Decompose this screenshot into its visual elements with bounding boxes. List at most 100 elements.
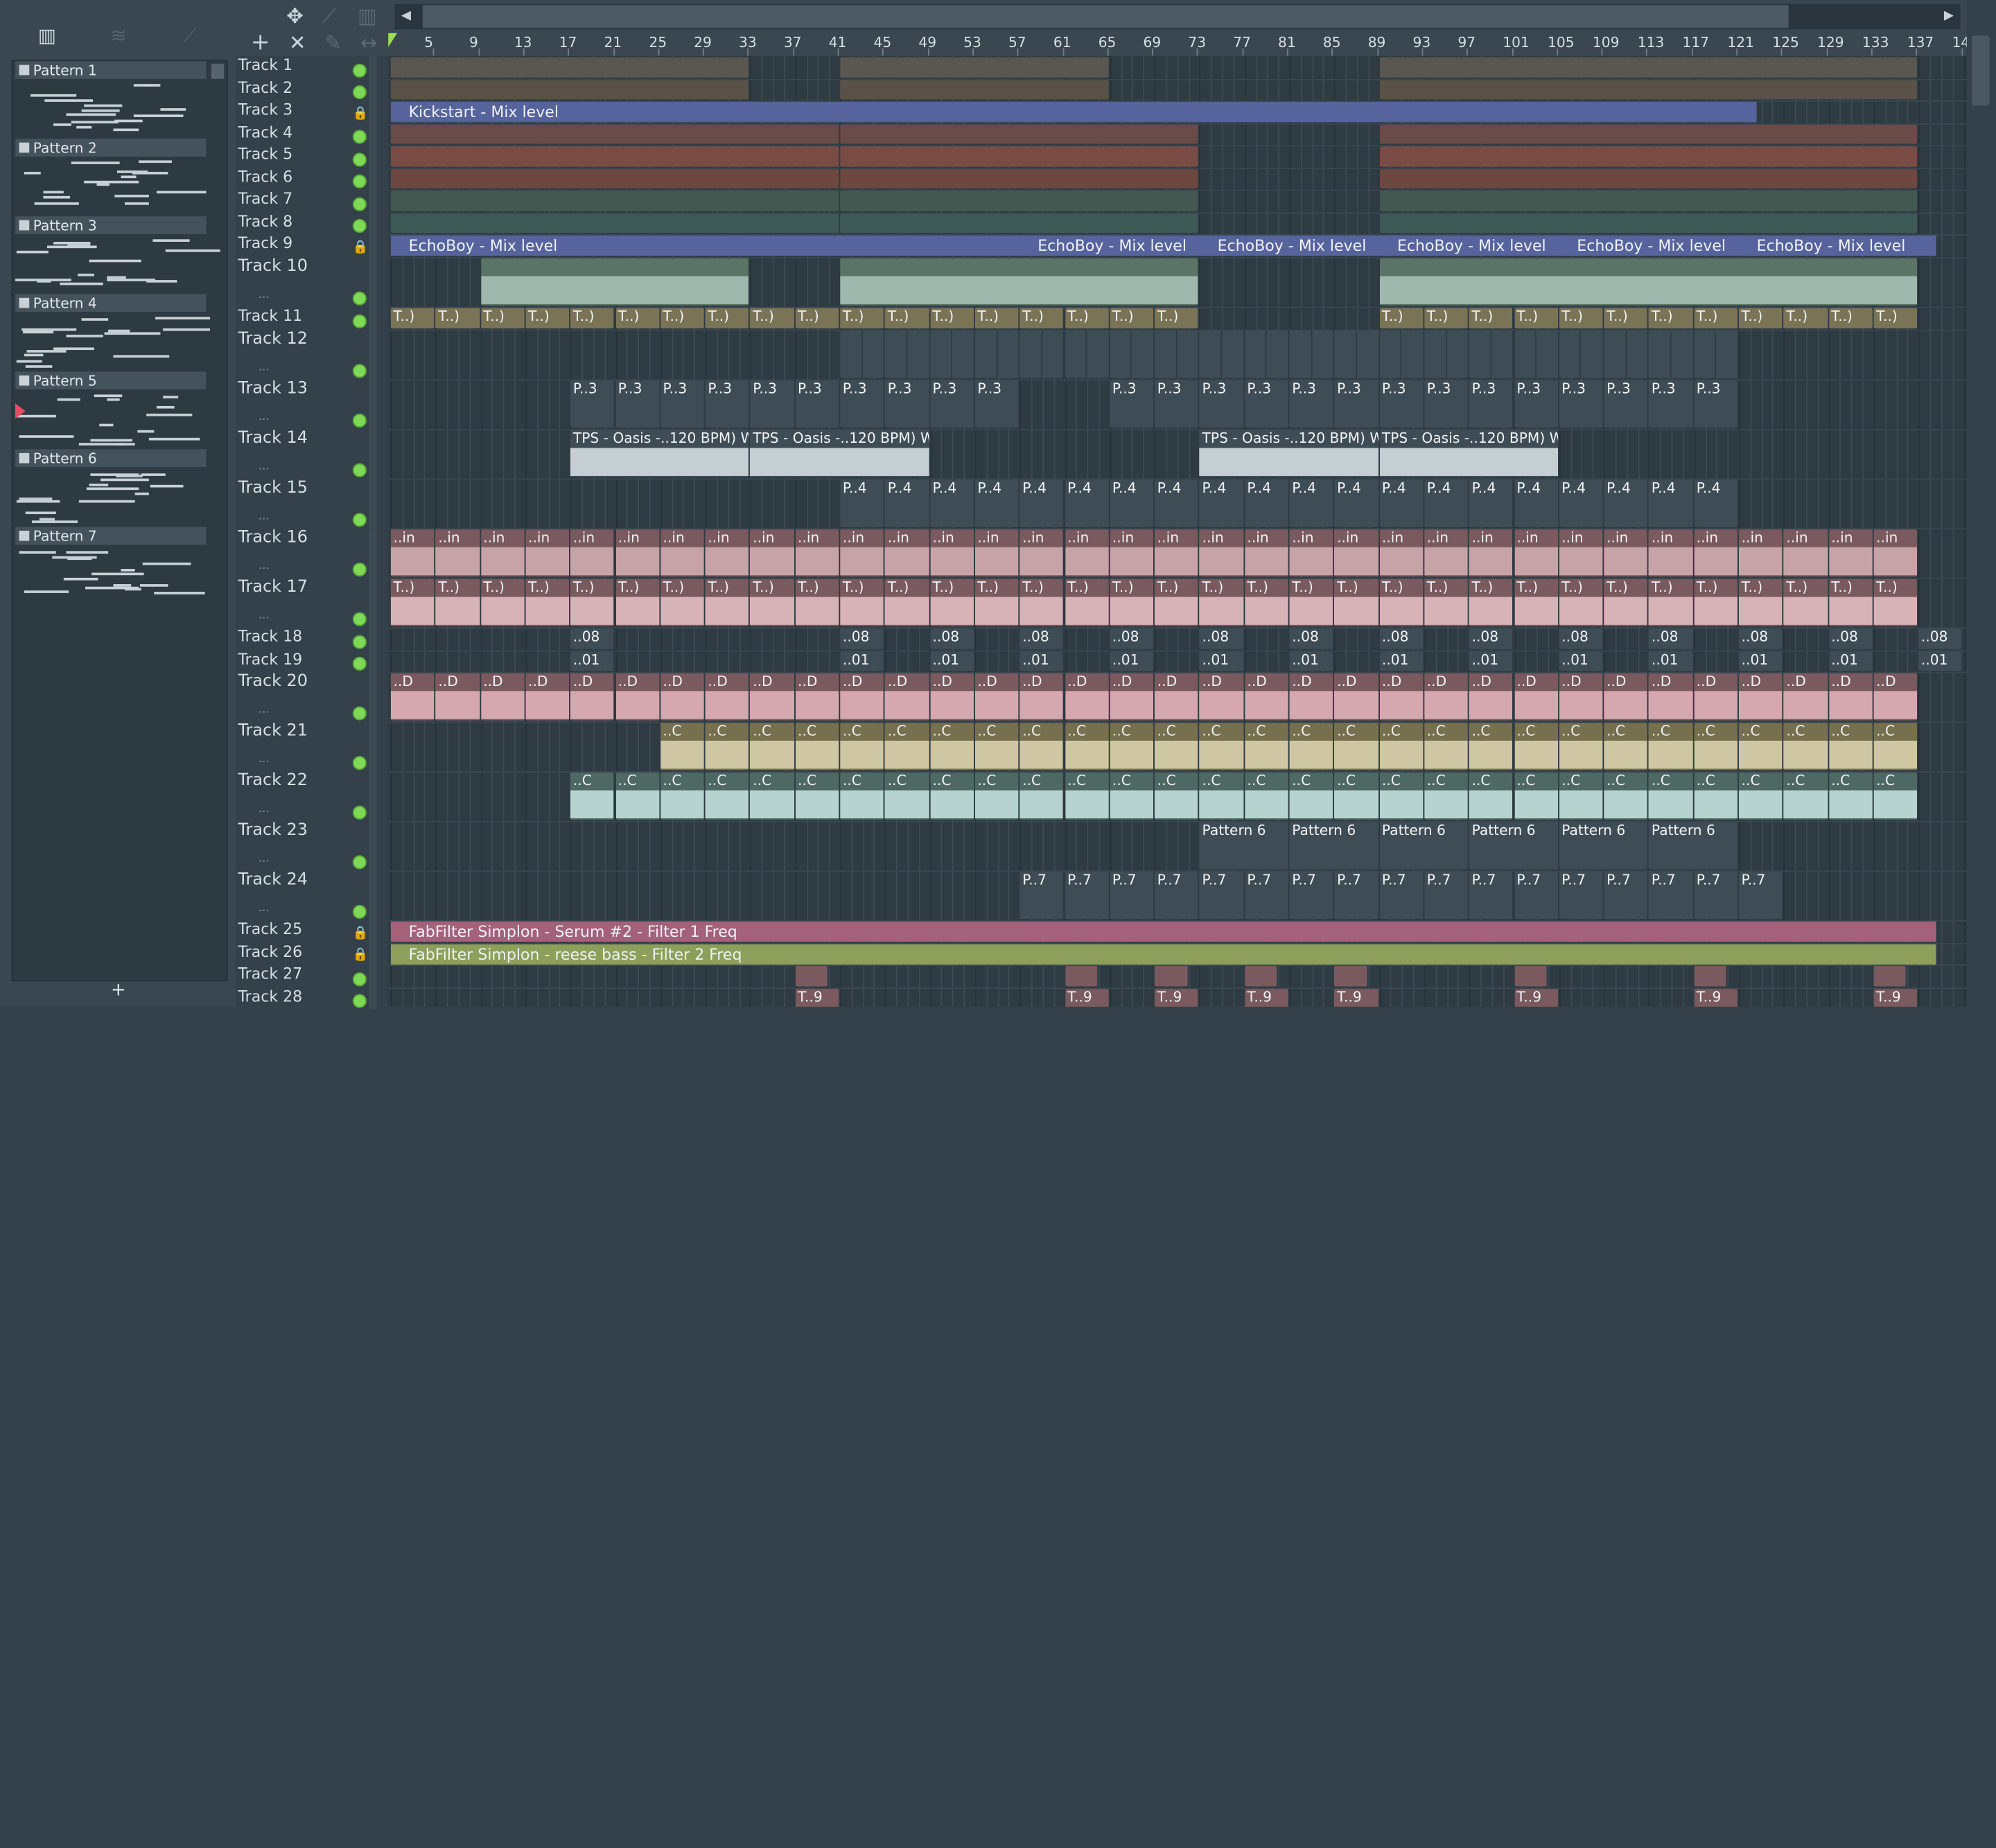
clip[interactable]: ..C <box>750 772 794 820</box>
clip[interactable]: ..in <box>1199 529 1243 577</box>
track-mute-button[interactable] <box>352 971 367 986</box>
track-name[interactable]: Track 25 <box>238 920 302 938</box>
clip[interactable]: ..C <box>705 772 749 820</box>
automation-clip[interactable]: EchoBoy - Mix level <box>390 235 1038 256</box>
clip[interactable]: ..D <box>1424 673 1469 721</box>
clip[interactable]: T..) <box>1110 308 1154 328</box>
clip[interactable]: ..C <box>1289 723 1333 771</box>
clip[interactable]: ..C <box>1334 723 1378 771</box>
clip[interactable]: ..C <box>1694 723 1738 771</box>
clip[interactable]: T..) <box>1379 308 1424 328</box>
clip[interactable]: T..) <box>1783 308 1828 328</box>
clip[interactable]: ..08 <box>570 628 615 649</box>
clip[interactable]: T..9 <box>1065 988 1109 1007</box>
clip[interactable]: T..) <box>615 579 660 626</box>
clip[interactable]: ..C <box>1873 723 1918 771</box>
clip[interactable]: ..in <box>570 529 615 577</box>
clip[interactable]: T..) <box>660 579 704 626</box>
clip[interactable]: ..01 <box>1559 651 1603 671</box>
track-resize-grip[interactable] <box>369 870 377 920</box>
clip[interactable]: T..) <box>1424 579 1469 626</box>
clip[interactable] <box>1132 330 1154 378</box>
clip[interactable]: ..08 <box>1379 628 1424 649</box>
track-header[interactable]: Track 1 <box>236 55 388 78</box>
clip[interactable]: ..C <box>885 723 929 771</box>
clip[interactable]: ..C <box>1514 723 1558 771</box>
clip[interactable]: ..C <box>1065 723 1109 771</box>
clip[interactable]: P..3 <box>570 380 615 428</box>
clip[interactable]: ..C <box>840 772 884 820</box>
clip[interactable]: T..9 <box>1694 988 1738 1007</box>
clip[interactable]: T..) <box>480 308 525 328</box>
clip[interactable]: P..7 <box>1604 872 1648 919</box>
clip[interactable]: T..) <box>1559 579 1603 626</box>
clip[interactable]: ..in <box>615 529 660 577</box>
clip[interactable]: P..7 <box>1065 872 1109 919</box>
clip[interactable]: T..) <box>1469 308 1513 328</box>
clip[interactable]: ..in <box>1379 529 1424 577</box>
clip[interactable]: T..) <box>390 308 435 328</box>
clip[interactable]: T..) <box>1738 579 1783 626</box>
clip[interactable]: ..01 <box>1469 651 1513 671</box>
clip[interactable]: T..) <box>390 579 435 626</box>
track-resize-grip[interactable] <box>369 328 377 380</box>
clip[interactable]: ..D <box>1873 673 1918 721</box>
clip[interactable]: ..08 <box>1289 628 1333 649</box>
clip[interactable]: T..9 <box>1873 988 1918 1007</box>
clip[interactable] <box>1379 146 1918 166</box>
track-name[interactable]: Track 5 <box>238 145 292 163</box>
clip[interactable]: P..4 <box>885 479 929 527</box>
clip[interactable] <box>885 330 907 378</box>
clip[interactable]: T..) <box>705 579 749 626</box>
clip[interactable]: ..C <box>795 772 839 820</box>
clip[interactable]: ..D <box>1065 673 1109 721</box>
pattern-item[interactable]: Pattern 5 <box>15 371 207 449</box>
track-name[interactable]: Track 24 <box>238 870 307 890</box>
clip[interactable]: Pattern 6 <box>1469 822 1558 870</box>
track-mute-button[interactable] <box>352 904 367 919</box>
track-resize-grip[interactable] <box>369 55 377 78</box>
clip[interactable] <box>1379 191 1918 211</box>
clip[interactable] <box>1177 330 1199 378</box>
clip[interactable]: P..4 <box>1559 479 1603 527</box>
clip[interactable] <box>1379 257 1918 306</box>
clip[interactable]: T..) <box>1783 579 1828 626</box>
track-resize-grip[interactable] <box>369 820 377 871</box>
clip[interactable]: ..C <box>1155 723 1199 771</box>
clip[interactable]: T..) <box>1334 579 1378 626</box>
track-resize-grip[interactable] <box>369 671 377 722</box>
clip[interactable]: P..7 <box>1379 872 1424 919</box>
clip[interactable]: P..3 <box>840 380 884 428</box>
clip[interactable]: P..3 <box>660 380 704 428</box>
clip[interactable]: ..C <box>1379 772 1424 820</box>
arrows-tool-icon[interactable]: ↔ <box>360 30 378 55</box>
clip[interactable]: ..08 <box>1110 628 1154 649</box>
track-header[interactable]: Track 16... <box>236 528 388 578</box>
clip[interactable]: ..08 <box>1559 628 1603 649</box>
clip[interactable] <box>1604 330 1625 378</box>
track-name[interactable]: Track 6 <box>238 168 292 186</box>
clip[interactable]: T..) <box>1559 308 1603 328</box>
clip[interactable] <box>1671 330 1693 378</box>
clip[interactable]: ..in <box>1694 529 1738 577</box>
clip[interactable]: ..D <box>570 673 615 721</box>
clip[interactable]: ..D <box>525 673 570 721</box>
clip[interactable]: ..in <box>1019 529 1064 577</box>
clip[interactable]: P..7 <box>1289 872 1333 919</box>
track-name[interactable]: Track 18 <box>238 627 302 645</box>
clip[interactable]: ..08 <box>1469 628 1513 649</box>
clip[interactable] <box>840 330 861 378</box>
clip[interactable]: ..08 <box>1828 628 1873 649</box>
track-header[interactable]: Track 4 <box>236 123 388 146</box>
track-header[interactable]: Track 8 <box>236 211 388 234</box>
clip[interactable] <box>1401 330 1424 378</box>
clip[interactable]: P..3 <box>1649 380 1693 428</box>
clip[interactable]: P..3 <box>974 380 1019 428</box>
track-name[interactable]: Track 26 <box>238 942 302 960</box>
track-name[interactable]: Track 8 <box>238 212 292 230</box>
clip[interactable]: P..7 <box>1244 872 1288 919</box>
track-name[interactable]: Track 21 <box>238 721 307 741</box>
clip[interactable]: T..) <box>750 579 794 626</box>
clip[interactable]: P..3 <box>1334 380 1378 428</box>
track-resize-grip[interactable] <box>369 528 377 578</box>
